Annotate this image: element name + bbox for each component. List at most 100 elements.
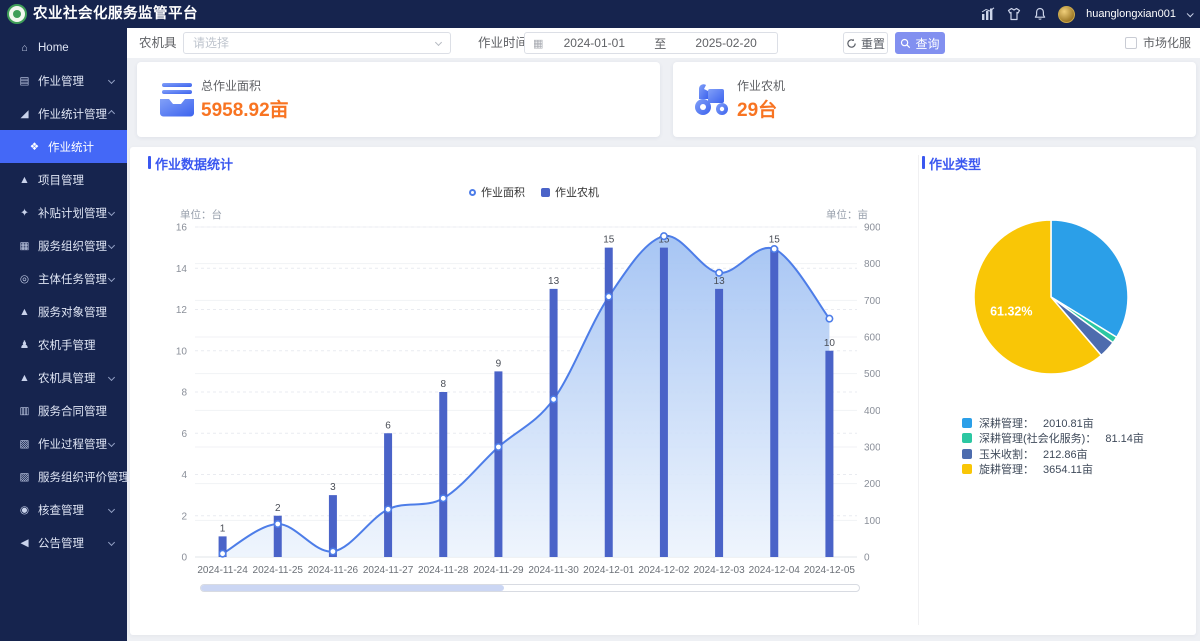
sidebar-item-label: 农机具管理 bbox=[38, 370, 96, 386]
chevron-down-icon bbox=[108, 275, 115, 282]
search-button[interactable]: 查询 bbox=[895, 32, 945, 54]
line-point-2024-11-30[interactable] bbox=[550, 396, 556, 402]
pie-legend-item-1[interactable]: 深耕管理：2010.81亩 bbox=[962, 415, 1144, 431]
chart-scrollbar[interactable] bbox=[200, 584, 860, 592]
bar-value-label: 1 bbox=[220, 523, 226, 534]
panel-divider bbox=[918, 155, 919, 625]
date-to-value[interactable]: 2025-02-20 bbox=[675, 36, 777, 50]
sidebar-item-service-targets[interactable]: ▲服务对象管理 bbox=[0, 295, 127, 328]
sidebar-item-job-stats[interactable]: ❖作业统计 bbox=[0, 130, 127, 163]
machine-operators-icon: ♟ bbox=[17, 339, 32, 351]
line-point-2024-12-02[interactable] bbox=[661, 233, 667, 239]
bar-value-label: 8 bbox=[440, 379, 446, 390]
line-point-2024-12-03[interactable] bbox=[716, 270, 722, 276]
line-point-2024-11-29[interactable] bbox=[495, 444, 501, 450]
main-tasks-icon: ◎ bbox=[17, 273, 32, 285]
pie-legend-value: 81.14亩 bbox=[1105, 430, 1144, 446]
home-icon: ⌂ bbox=[17, 42, 32, 54]
sidebar-item-jobs[interactable]: ▤作业管理 bbox=[0, 64, 127, 97]
pie-legend-label: 深耕管理(社会化服务)： bbox=[979, 430, 1096, 446]
market-service-checkbox[interactable] bbox=[1125, 37, 1137, 49]
bar-2024-11-29[interactable] bbox=[494, 371, 502, 557]
x-axis-label: 2024-11-30 bbox=[528, 565, 579, 576]
left-axis-tick: 8 bbox=[181, 388, 187, 399]
sidebar-item-service-contracts[interactable]: ▥服务合同管理 bbox=[0, 394, 127, 427]
sidebar-item-machines[interactable]: ▲农机具管理 bbox=[0, 361, 127, 394]
stats-icon[interactable] bbox=[980, 7, 995, 22]
sidebar-item-label: 服务组织评价管理 bbox=[38, 469, 130, 485]
work-machines-value: 29台 bbox=[737, 95, 777, 122]
bar-2024-11-27[interactable] bbox=[384, 433, 392, 557]
sidebar-item-label: 作业管理 bbox=[38, 73, 84, 89]
line-point-2024-11-27[interactable] bbox=[385, 506, 391, 512]
app-logo bbox=[7, 4, 27, 24]
sidebar-item-announcements[interactable]: ◀公告管理 bbox=[0, 526, 127, 559]
sidebar-item-main-tasks[interactable]: ◎主体任务管理 bbox=[0, 262, 127, 295]
chevron-down-icon bbox=[108, 440, 115, 447]
chart-scrollbar-thumb[interactable] bbox=[201, 585, 504, 591]
left-axis-tick: 2 bbox=[181, 511, 187, 522]
bar-value-label: 15 bbox=[603, 235, 615, 246]
legend-item-area[interactable]: 作业面积 bbox=[469, 184, 525, 200]
sidebar-item-org-evaluation[interactable]: ▨ 服务组织评价管理 bbox=[0, 460, 127, 493]
bar-2024-12-03[interactable] bbox=[715, 289, 723, 557]
verification-icon: ◉ bbox=[17, 504, 32, 516]
sidebar-item-job-stats-mgmt[interactable]: ◢作业统计管理 bbox=[0, 97, 127, 130]
bar-2024-12-02[interactable] bbox=[660, 248, 668, 557]
job-stats-icon: ❖ bbox=[27, 141, 42, 153]
sidebar-item-job-process[interactable]: ▧作业过程管理 bbox=[0, 427, 127, 460]
service-org-icon: ▦ bbox=[17, 240, 32, 252]
line-point-2024-12-05[interactable] bbox=[826, 315, 832, 321]
line-point-2024-12-01[interactable] bbox=[606, 293, 612, 299]
date-range-input[interactable]: ▦ 2024-01-01 至 2025-02-20 bbox=[524, 32, 778, 54]
username[interactable]: huanglongxian001 bbox=[1086, 8, 1176, 20]
notification-icon[interactable] bbox=[1032, 7, 1047, 22]
pie-legend-label: 深耕管理： bbox=[979, 415, 1034, 431]
org-evaluation-icon: ▨ bbox=[17, 471, 32, 483]
line-point-2024-11-25[interactable] bbox=[275, 521, 281, 527]
right-axis-tick: 800 bbox=[864, 259, 880, 270]
user-avatar[interactable] bbox=[1058, 6, 1075, 23]
x-axis-label: 2024-11-24 bbox=[197, 565, 248, 576]
x-axis-label: 2024-12-02 bbox=[638, 565, 690, 576]
sidebar-item-label: 服务合同管理 bbox=[38, 403, 107, 419]
reset-button[interactable]: 重置 bbox=[843, 32, 888, 54]
sidebar-item-subsidy-plan[interactable]: ✦补贴计划管理 bbox=[0, 196, 127, 229]
sidebar-item-label: 服务对象管理 bbox=[38, 304, 107, 320]
machine-select-label: 农机具 bbox=[139, 28, 177, 58]
pie-legend-item-4[interactable]: 旋耕管理：3654.11亩 bbox=[962, 462, 1144, 478]
area-series-fill bbox=[223, 236, 830, 557]
line-point-2024-11-26[interactable] bbox=[330, 548, 336, 554]
pie-legend-item-3[interactable]: 玉米收割：212.86亩 bbox=[962, 446, 1144, 462]
sidebar-item-home[interactable]: ⌂Home bbox=[0, 31, 127, 64]
sidebar-item-projects[interactable]: ▲项目管理 bbox=[0, 163, 127, 196]
left-axis-tick: 14 bbox=[176, 264, 188, 275]
line-point-2024-12-04[interactable] bbox=[771, 246, 777, 252]
bar-2024-12-04[interactable] bbox=[770, 248, 778, 557]
user-menu-chevron-icon[interactable] bbox=[1187, 10, 1194, 17]
line-point-2024-11-24[interactable] bbox=[219, 551, 225, 557]
legend-item-machines[interactable]: 作业农机 bbox=[541, 184, 599, 200]
bar-value-label: 10 bbox=[824, 338, 836, 349]
right-axis-tick: 600 bbox=[864, 333, 880, 344]
chevron-up-icon bbox=[108, 110, 115, 117]
work-data-stats-title: 作业数据统计 bbox=[155, 154, 233, 173]
line-point-2024-11-28[interactable] bbox=[440, 495, 446, 501]
bar-2024-11-28[interactable] bbox=[439, 392, 447, 557]
date-range-separator: 至 bbox=[645, 35, 675, 52]
pie-legend-item-2[interactable]: 深耕管理(社会化服务)： 81.14亩 bbox=[962, 431, 1144, 447]
sidebar-item-machine-operators[interactable]: ♟农机手管理 bbox=[0, 328, 127, 361]
combo-chart: 0100200300400500600700800900024681012141… bbox=[150, 218, 880, 583]
job-stats-mgmt-icon: ◢ bbox=[17, 108, 32, 120]
sidebar-item-verification[interactable]: ◉核查管理 bbox=[0, 493, 127, 526]
sidebar-item-service-org[interactable]: ▦服务组织管理 bbox=[0, 229, 127, 262]
theme-icon[interactable] bbox=[1006, 7, 1021, 22]
bar-2024-12-05[interactable] bbox=[825, 351, 833, 557]
machine-select[interactable]: 请选择 bbox=[183, 32, 451, 54]
section-title-bar bbox=[148, 156, 151, 169]
market-service-checkbox-label[interactable]: 市场化服务 bbox=[1143, 28, 1200, 58]
bar-2024-11-30[interactable] bbox=[550, 289, 558, 557]
date-from-value[interactable]: 2024-01-01 bbox=[543, 36, 645, 50]
pie-legend-value: 212.86亩 bbox=[1043, 446, 1088, 462]
bar-value-label: 2 bbox=[275, 503, 281, 514]
